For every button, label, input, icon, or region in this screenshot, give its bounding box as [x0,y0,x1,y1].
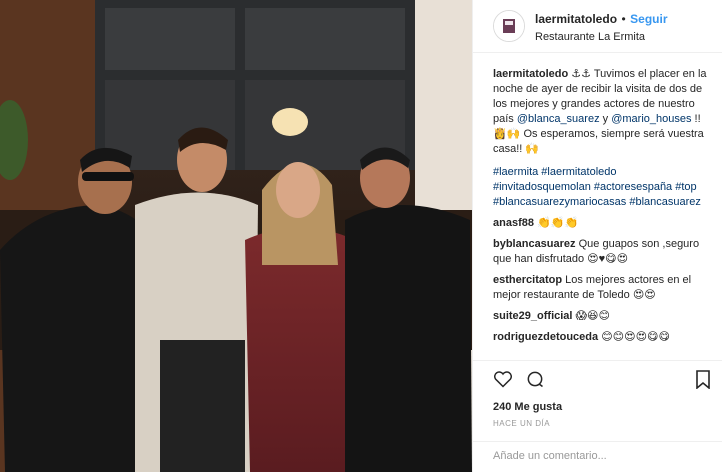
caption-text-2: y [602,113,609,125]
comment-username[interactable]: anasf88 [493,217,534,229]
bookmark-icon[interactable] [694,369,712,394]
comment-item: byblancasuarez Que guapos son ,seguro qu… [493,237,712,267]
comment-item: rodriguezdetouceda 😊😊😍😍😋😋 [493,330,712,345]
post-photo[interactable] [0,0,472,472]
likes-count[interactable]: 240 Me gusta [493,401,712,413]
comment-text: 👏👏👏 [537,217,579,229]
comment-username[interactable]: suite29_official [493,310,572,322]
caption-mention-1[interactable]: @blanca_suarez [517,113,600,125]
follow-button[interactable]: Seguir [630,12,667,26]
location-link[interactable]: Restaurante La Ermita [535,31,667,43]
header-separator: • [621,11,626,26]
heart-icon[interactable] [493,369,513,394]
comment-username[interactable]: rodriguezdetouceda [493,331,598,343]
post-timestamp: Hace un día [493,419,551,428]
instagram-post: laermitatoledo • Seguir Restaurante La E… [0,0,722,472]
comment-username[interactable]: esthercitatop [493,274,562,286]
comment-item: esthercitatop Los mejores actores en el … [493,273,712,303]
avatar-logo-icon [494,11,524,41]
caption-username[interactable]: laermitatoledo [493,68,568,80]
action-icons [493,361,712,401]
comment-text: 😱😆😊 [575,310,610,322]
photo-illustration [0,0,472,472]
add-comment-input[interactable]: Añade un comentario... [473,441,722,472]
post-sidebar: laermitatoledo • Seguir Restaurante La E… [472,0,722,472]
post-header: laermitatoledo • Seguir Restaurante La E… [473,0,722,53]
comment-username[interactable]: byblancasuarez [493,238,576,250]
comment-item: suite29_official 😱😆😊 [493,309,712,324]
avatar[interactable] [493,10,525,42]
caption-hashtags[interactable]: #laermita #laermitatoledo #invitadosquem… [493,165,712,210]
comment-icon[interactable] [525,369,545,394]
post-actions: 240 Me gusta Hace un día [473,360,722,428]
caption: laermitatoledo ⚓⚓ Tuvimos el placer en l… [493,67,712,210]
comment-item: anasf88 👏👏👏 [493,216,712,231]
header-username[interactable]: laermitatoledo [535,12,617,26]
comments-list: laermitatoledo ⚓⚓ Tuvimos el placer en l… [473,53,722,345]
caption-mention-2[interactable]: @mario_houses [611,113,691,125]
comment-text: 😊😊😍😍😋😋 [601,331,670,343]
